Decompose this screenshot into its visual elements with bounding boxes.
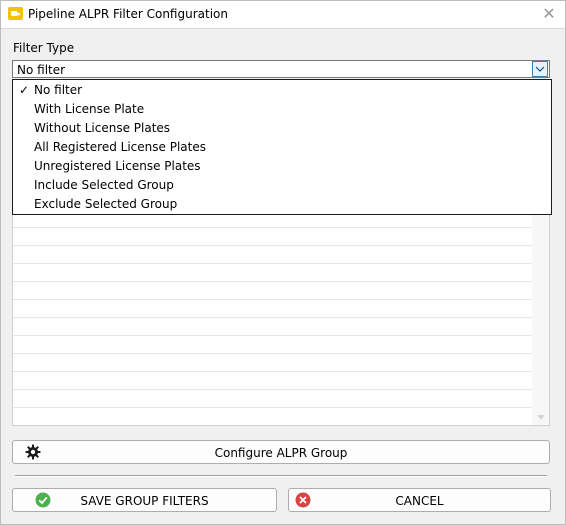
filter-type-dropdown-list: ✓ No filter With License Plate Without L… bbox=[12, 79, 552, 215]
save-button-label: SAVE GROUP FILTERS bbox=[80, 494, 209, 508]
dropdown-option-include-group[interactable]: Include Selected Group bbox=[13, 176, 551, 195]
option-label: Exclude Selected Group bbox=[34, 197, 178, 211]
table-row[interactable] bbox=[13, 246, 532, 264]
table-row[interactable] bbox=[13, 354, 532, 372]
scroll-down-arrow-icon[interactable] bbox=[537, 415, 545, 420]
table-row[interactable] bbox=[13, 282, 532, 300]
camera-app-icon bbox=[8, 7, 23, 20]
filter-type-label: Filter Type bbox=[13, 41, 75, 55]
checkmark-icon: ✓ bbox=[19, 83, 30, 97]
dropdown-option-exclude-group[interactable]: Exclude Selected Group bbox=[13, 195, 551, 214]
cancel-button-label: CANCEL bbox=[395, 494, 444, 508]
option-label: Without License Plates bbox=[34, 121, 171, 135]
group-list-grid[interactable] bbox=[12, 191, 550, 426]
save-group-filters-button[interactable]: SAVE GROUP FILTERS bbox=[12, 488, 277, 512]
dropdown-option-all-registered[interactable]: All Registered License Plates bbox=[13, 138, 551, 157]
table-row[interactable] bbox=[13, 372, 532, 390]
table-row[interactable] bbox=[13, 264, 532, 282]
option-label: With License Plate bbox=[34, 102, 145, 116]
divider bbox=[15, 475, 547, 477]
table-row[interactable] bbox=[13, 300, 532, 318]
dropdown-option-unregistered[interactable]: Unregistered License Plates bbox=[13, 157, 551, 176]
dropdown-button[interactable] bbox=[532, 61, 548, 77]
cancel-button[interactable]: CANCEL bbox=[288, 488, 551, 512]
table-row[interactable] bbox=[13, 336, 532, 354]
table-row[interactable] bbox=[13, 390, 532, 408]
table-row[interactable] bbox=[13, 228, 532, 246]
dialog-window: Pipeline ALPR Filter Configuration ✕ Fil… bbox=[0, 0, 566, 525]
filter-type-selected-value: No filter bbox=[17, 63, 66, 77]
table-row[interactable] bbox=[13, 318, 532, 336]
option-label: Include Selected Group bbox=[34, 178, 174, 192]
filter-type-select[interactable]: No filter bbox=[12, 60, 550, 78]
configure-button-label: Configure ALPR Group bbox=[214, 446, 348, 460]
option-label: No filter bbox=[34, 83, 83, 97]
dropdown-option-no-filter[interactable]: ✓ No filter bbox=[13, 81, 551, 100]
title-bar: Pipeline ALPR Filter Configuration ✕ bbox=[1, 1, 565, 29]
window-title: Pipeline ALPR Filter Configuration bbox=[28, 7, 228, 21]
dropdown-option-with-license-plate[interactable]: With License Plate bbox=[13, 100, 551, 119]
option-label: All Registered License Plates bbox=[34, 140, 206, 154]
chevron-down-icon bbox=[535, 66, 545, 72]
configure-alpr-group-button[interactable]: Configure ALPR Group bbox=[12, 440, 550, 464]
close-icon[interactable]: ✕ bbox=[541, 6, 557, 22]
vertical-scrollbar[interactable] bbox=[532, 192, 549, 425]
dropdown-option-without-license-plates[interactable]: Without License Plates bbox=[13, 119, 551, 138]
option-label: Unregistered License Plates bbox=[34, 159, 201, 173]
